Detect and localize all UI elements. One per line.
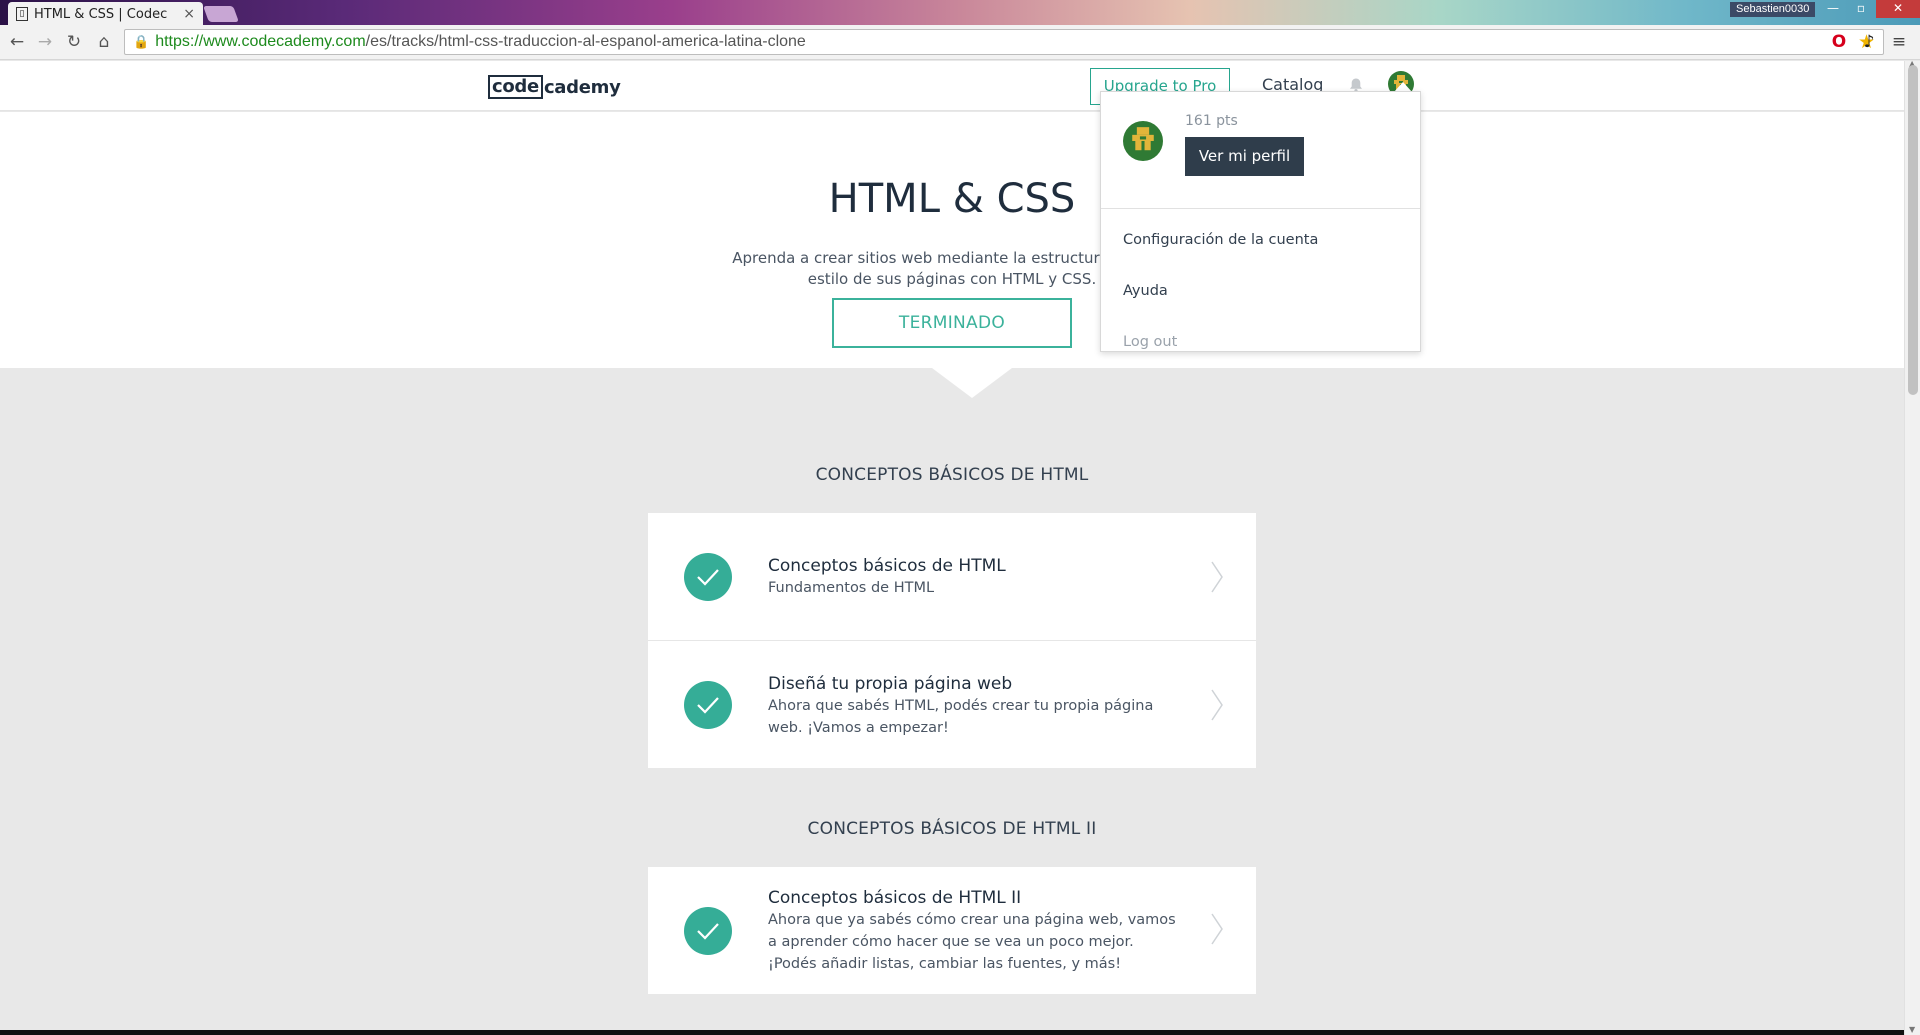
forward-arrow-icon[interactable]: →: [34, 31, 56, 53]
section-card: Conceptos básicos de HTML II Ahora que y…: [648, 867, 1256, 994]
lock-icon: 🔒: [133, 34, 150, 49]
back-arrow-icon[interactable]: ←: [6, 31, 28, 53]
help-link[interactable]: Ayuda: [1123, 283, 1168, 299]
completed-status-button[interactable]: TERMINADO: [832, 298, 1072, 348]
logout-link[interactable]: Log out: [1123, 334, 1177, 350]
list-item[interactable]: Conceptos básicos de HTML II Ahora que y…: [648, 867, 1256, 994]
logo-code: code: [488, 75, 543, 99]
lesson-title: Conceptos básicos de HTML: [768, 556, 1006, 576]
extension-icon[interactable]: ♪: [1858, 30, 1880, 54]
new-tab-button[interactable]: [203, 6, 239, 22]
os-taskbar: [0, 1030, 1904, 1035]
browser-tab[interactable]: ▯ HTML & CSS | Codec ×: [8, 2, 203, 26]
chevron-right-icon: [1211, 561, 1223, 593]
hero-pointer: [932, 368, 1012, 398]
list-item[interactable]: Diseñá tu propia página web Ahora que sa…: [648, 641, 1256, 768]
browser-user-badge[interactable]: Sebastien0030: [1730, 2, 1816, 17]
lesson-title: Diseñá tu propia página web: [768, 674, 1013, 694]
lesson-subtitle: Ahora que ya sabés cómo crear una página…: [768, 912, 1176, 972]
list-item[interactable]: Conceptos básicos de HTML Fundamentos de…: [648, 513, 1256, 641]
site-header: code cademy Upgrade to Pro Catalog: [0, 61, 1904, 111]
check-icon: [684, 553, 732, 601]
minimize-window-button[interactable]: —: [1820, 0, 1846, 18]
user-points: 161 pts: [1185, 113, 1238, 129]
browser-menu-icon[interactable]: ≡: [1888, 30, 1910, 54]
reload-icon[interactable]: ↻: [63, 31, 85, 53]
browser-toolbar: ← → ↻ ⌂ 🔒 https://www.codecademy.com/es/…: [0, 25, 1920, 60]
home-icon[interactable]: ⌂: [93, 31, 115, 53]
page-content: code cademy Upgrade to Pro Catalog HTML &…: [0, 61, 1904, 1035]
dropdown-divider: [1101, 208, 1420, 209]
close-window-button[interactable]: ✕: [1876, 0, 1920, 18]
chevron-right-icon: [1211, 689, 1223, 721]
check-icon: [684, 681, 732, 729]
account-settings-link[interactable]: Configuración de la cuenta: [1123, 232, 1318, 248]
maximize-window-button[interactable]: ▫: [1848, 0, 1874, 18]
page-scrollbar[interactable]: ▲ ▼: [1904, 59, 1920, 1035]
page-title: HTML & CSS: [828, 176, 1076, 222]
url-domain: www.codecademy.com: [203, 33, 366, 50]
view-profile-button[interactable]: Ver mi perfil: [1185, 137, 1304, 176]
close-tab-icon[interactable]: ×: [183, 6, 195, 22]
chevron-right-icon: [1211, 913, 1223, 945]
hero-section: HTML & CSS Aprenda a crear sitios web me…: [0, 112, 1904, 368]
address-bar[interactable]: 🔒 https://www.codecademy.com/es/tracks/h…: [124, 29, 1884, 55]
user-dropdown-menu: 161 pts Ver mi perfil Configuración de l…: [1100, 91, 1421, 352]
scrollbar-thumb[interactable]: [1908, 65, 1918, 395]
tab-title: HTML & CSS | Codec: [34, 6, 168, 22]
scroll-down-icon[interactable]: ▼: [1909, 1025, 1915, 1034]
section-title: CONCEPTOS BÁSICOS DE HTML: [815, 465, 1089, 485]
section-card: Conceptos básicos de HTML Fundamentos de…: [648, 513, 1256, 768]
browser-titlebar: ▯ HTML & CSS | Codec × Sebastien0030 — ▫…: [0, 0, 1920, 26]
logo-cademy: cademy: [543, 76, 621, 98]
section-title: CONCEPTOS BÁSICOS DE HTML II: [807, 819, 1097, 839]
user-avatar-icon: [1123, 121, 1163, 161]
lesson-subtitle: Ahora que sabés HTML, podés crear tu pro…: [768, 698, 1154, 736]
codecademy-logo[interactable]: code cademy: [488, 74, 621, 100]
url-scheme: https://: [155, 33, 204, 50]
codecademy-favicon-icon: ▯: [16, 7, 28, 21]
check-icon: [684, 907, 732, 955]
opera-extension-icon[interactable]: O: [1828, 30, 1850, 54]
lesson-title: Conceptos básicos de HTML II: [768, 888, 1022, 908]
lesson-subtitle: Fundamentos de HTML: [768, 580, 935, 596]
url-path: /es/tracks/html-css-traduccion-al-espano…: [365, 33, 806, 50]
